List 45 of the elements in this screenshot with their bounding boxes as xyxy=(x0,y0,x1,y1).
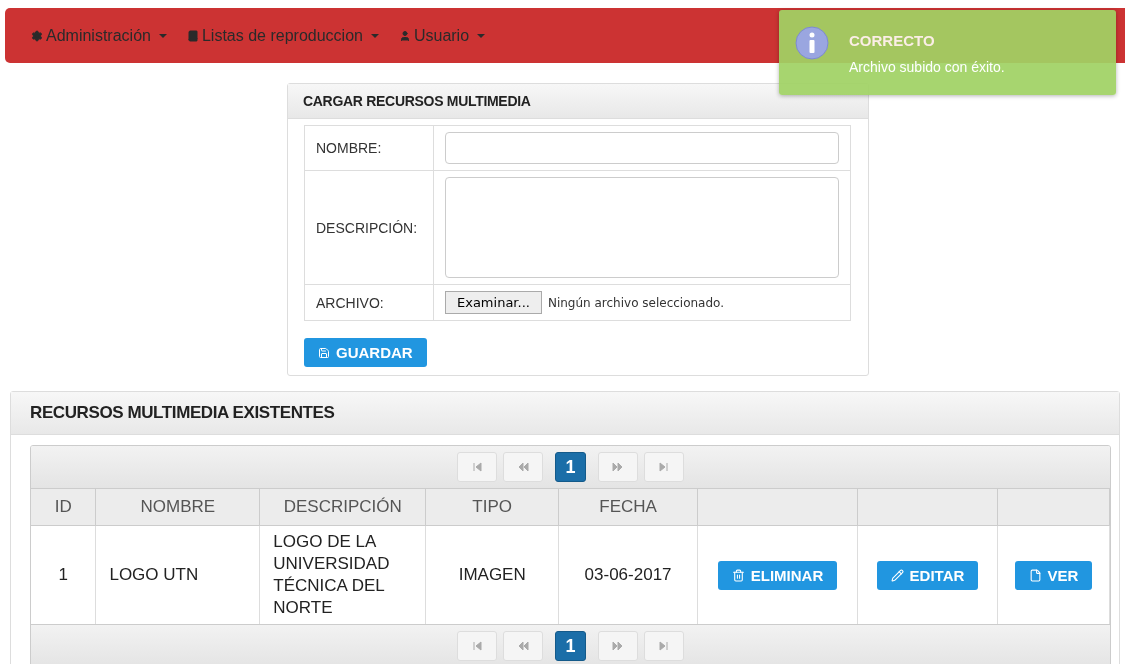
book-icon xyxy=(186,29,199,42)
edit-button[interactable]: EDITAR xyxy=(876,560,979,590)
panel-title: CARGAR RECURSOS MULTIMEDIA xyxy=(303,93,531,109)
table-cell: 03-06-2017 xyxy=(558,525,698,625)
table-cell: LOGO UTN xyxy=(95,525,260,625)
name-field[interactable] xyxy=(445,132,839,164)
field-label: DESCRIPCIÓN: xyxy=(316,219,418,236)
file-icon xyxy=(1028,568,1042,582)
toast-message: Archivo subido con éxito. xyxy=(849,59,1005,75)
field-label: NOMBRE: xyxy=(316,140,382,156)
trash-icon xyxy=(731,568,745,582)
column-header: ID xyxy=(54,497,72,516)
browse-button[interactable]: Examinar... xyxy=(445,291,542,314)
column-header: FECHA xyxy=(599,497,657,516)
caret-icon xyxy=(158,33,167,38)
pencil-icon xyxy=(890,568,904,582)
nav-menu[interactable]: Usuario xyxy=(398,26,486,45)
table-cell: IMAGEN xyxy=(425,525,559,625)
info-icon xyxy=(795,26,829,62)
column-header: DESCRIPCIÓN xyxy=(283,497,402,516)
skip-icon[interactable] xyxy=(644,631,684,661)
skip-icon[interactable] xyxy=(457,452,497,482)
page-button[interactable]: 1 xyxy=(555,452,586,482)
skip-icon[interactable] xyxy=(644,452,684,482)
column-header: NOMBRE xyxy=(140,497,216,516)
description-field[interactable] xyxy=(445,177,839,278)
delete-button[interactable]: ELIMINAR xyxy=(717,560,838,590)
nav-menu[interactable]: Administración xyxy=(31,26,167,45)
save-button[interactable]: GUARDAR xyxy=(304,338,427,367)
caret-icon xyxy=(370,33,379,38)
gear-icon xyxy=(31,29,43,42)
table-cell: 1 xyxy=(31,525,96,625)
field-label: ARCHIVO: xyxy=(316,294,384,311)
caret-icon xyxy=(477,33,486,38)
file-status: Ningún archivo seleccionado. xyxy=(547,296,725,310)
column-header: TIPO xyxy=(472,497,513,516)
panel-title: RECURSOS MULTIMEDIA EXISTENTES xyxy=(30,403,335,422)
user-icon xyxy=(398,29,411,42)
page-button[interactable]: 1 xyxy=(555,631,586,661)
nav-menu[interactable]: Listas de reproduccion xyxy=(186,26,379,45)
skip-icon[interactable] xyxy=(457,631,497,661)
toast-title: CORRECTO xyxy=(849,32,936,49)
view-button[interactable]: VER xyxy=(1014,560,1093,590)
table-cell: LOGO DE LA UNIVERSIDAD TÉCNICA DEL NORTE xyxy=(259,525,426,625)
save-icon xyxy=(318,346,330,359)
